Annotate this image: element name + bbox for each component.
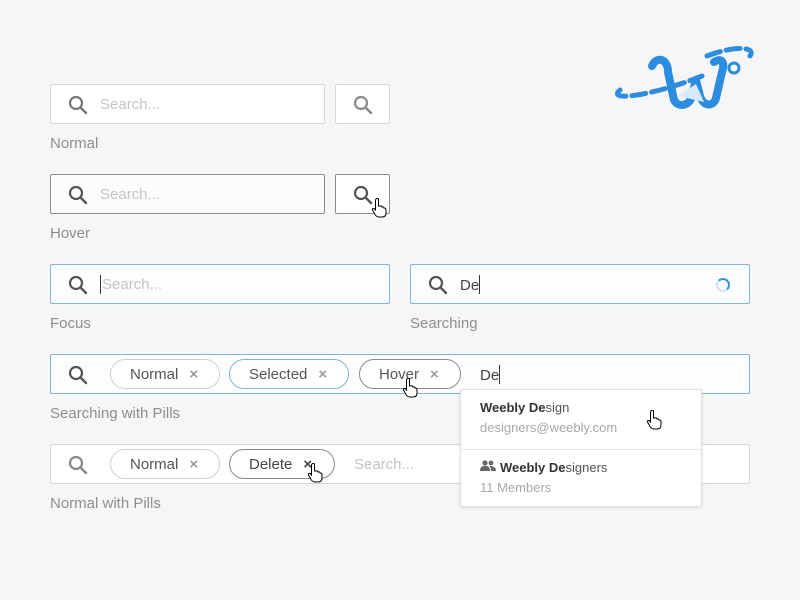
- result-item[interactable]: Weebly Designers 11 Members: [461, 450, 701, 508]
- search-icon: [68, 455, 88, 475]
- hand-cursor-icon: [646, 410, 662, 430]
- search-field-normal[interactable]: Search...: [50, 84, 325, 124]
- text-caret: [479, 275, 481, 294]
- search-icon: [68, 185, 88, 205]
- result-title-match: Weebly De: [500, 460, 566, 475]
- hand-cursor-icon: [402, 378, 418, 398]
- label-searching: Searching: [410, 315, 478, 332]
- search-results-dropdown: Weebly Design designers@weebly.com Weebl…: [460, 389, 702, 507]
- search-field-searching-pills[interactable]: Normal × Selected × Hover × De: [50, 354, 750, 394]
- search-icon: [68, 95, 88, 115]
- result-title-rest: sign: [545, 400, 570, 415]
- pill-label: Normal: [130, 365, 179, 383]
- search-value: De: [460, 275, 481, 296]
- result-title: Weebly Design: [480, 400, 569, 415]
- result-subtitle: designers@weebly.com: [480, 420, 618, 435]
- search-icon: [68, 365, 88, 385]
- close-icon[interactable]: ×: [189, 456, 198, 473]
- search-field-hover[interactable]: Search...: [50, 174, 325, 214]
- text-caret: [100, 275, 101, 294]
- label-normal: Normal: [50, 135, 99, 152]
- label-focus: Focus: [50, 315, 91, 332]
- close-icon[interactable]: ×: [430, 366, 439, 383]
- search-placeholder: Search...: [354, 456, 415, 473]
- hand-cursor-icon: [371, 198, 387, 218]
- pill-label: Selected: [249, 365, 308, 383]
- search-field-focus[interactable]: Search...: [50, 264, 390, 304]
- result-item[interactable]: Weebly Design designers@weebly.com: [461, 390, 701, 449]
- close-icon[interactable]: ×: [189, 366, 198, 383]
- search-placeholder: Search...: [102, 276, 163, 293]
- result-title-match: Weebly De: [480, 400, 546, 415]
- search-placeholder: Search...: [100, 186, 161, 203]
- search-value: De: [480, 365, 501, 386]
- search-button-normal[interactable]: [335, 84, 390, 124]
- label-searching-pills: Searching with Pills: [50, 405, 181, 422]
- pill-normal[interactable]: Normal ×: [110, 359, 220, 389]
- weebly-logo: [615, 46, 754, 109]
- pill-normal[interactable]: Normal ×: [110, 449, 220, 479]
- search-icon: [353, 185, 373, 205]
- search-field-searching[interactable]: De: [410, 264, 750, 304]
- text-caret: [499, 365, 501, 384]
- hand-cursor-icon: [307, 463, 323, 483]
- label-hover: Hover: [50, 225, 91, 242]
- search-placeholder: Search...: [100, 96, 161, 113]
- pill-label: Normal: [130, 455, 179, 473]
- search-value-text: De: [480, 367, 500, 384]
- result-subtitle: 11 Members: [480, 480, 552, 495]
- pill-label: Delete: [249, 455, 293, 473]
- pill-selected[interactable]: Selected ×: [229, 359, 349, 389]
- result-title: Weebly Designers: [500, 460, 607, 475]
- search-icon: [353, 95, 373, 115]
- search-icon: [68, 275, 88, 295]
- search-icon: [428, 275, 448, 295]
- loading-spinner-icon: [716, 278, 730, 292]
- result-title-rest: signers: [565, 460, 608, 475]
- close-icon[interactable]: ×: [318, 366, 327, 383]
- group-icon: [480, 460, 496, 471]
- label-normal-pills: Normal with Pills: [50, 495, 161, 512]
- search-value-text: De: [460, 277, 480, 294]
